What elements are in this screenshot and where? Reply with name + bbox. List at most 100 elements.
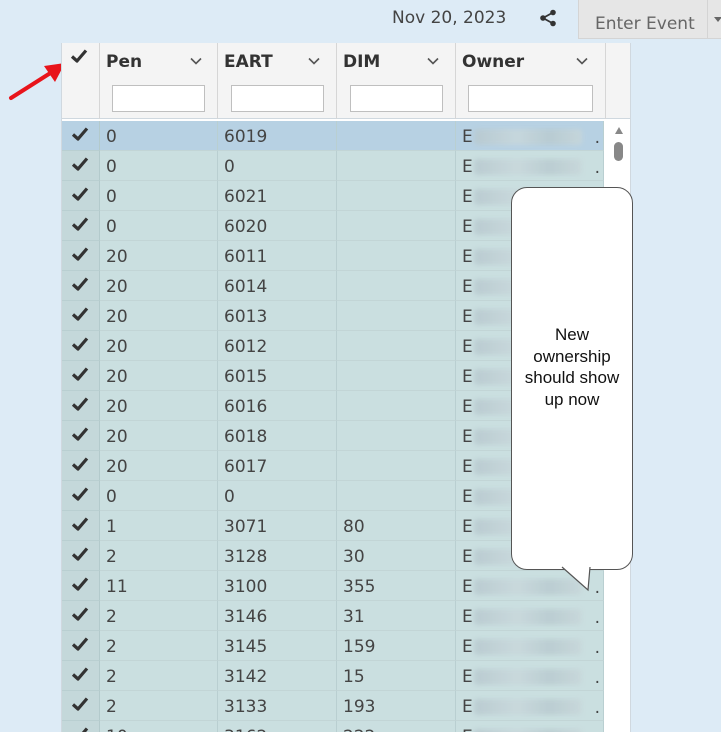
cell-pen: 10	[100, 721, 218, 732]
row-check-cell[interactable]	[62, 571, 100, 601]
row-check-cell[interactable]	[62, 661, 100, 691]
table-row[interactable]: 2 3146 31 E.	[62, 601, 604, 631]
check-icon	[81, 727, 89, 732]
truncation-ellipsis: .	[595, 728, 600, 732]
row-check-cell[interactable]	[62, 301, 100, 331]
row-check-cell[interactable]	[62, 451, 100, 481]
redacted-owner-name	[474, 129, 582, 145]
row-check-cell[interactable]	[62, 181, 100, 211]
row-check-cell[interactable]	[62, 241, 100, 271]
row-check-cell[interactable]	[62, 541, 100, 571]
table-row[interactable]: 11 3100 355 E.	[62, 571, 604, 601]
filter-input-pen[interactable]	[112, 85, 205, 112]
enter-event-button[interactable]: Enter Event	[578, 0, 708, 39]
filter-input-dim[interactable]	[350, 85, 443, 112]
check-icon	[71, 367, 89, 381]
row-check-cell[interactable]	[62, 391, 100, 421]
column-menu-chevron-icon[interactable]	[426, 54, 440, 68]
enter-event-dropdown-toggle[interactable]	[708, 0, 721, 39]
cell-eart: 6015	[218, 361, 337, 391]
table-row[interactable]: 00 E.	[62, 151, 604, 181]
cell-eart: 6021	[218, 181, 337, 211]
row-check-cell[interactable]	[62, 271, 100, 301]
column-menu-chevron-icon[interactable]	[307, 54, 321, 68]
select-all-check-icon[interactable]	[70, 47, 88, 65]
cell-pen: 0	[100, 121, 218, 151]
table-row[interactable]: 2 3145 159 E.	[62, 631, 604, 661]
owner-initial: E	[462, 397, 473, 417]
redacted-owner-name	[474, 639, 582, 655]
cell-dim	[337, 271, 456, 301]
truncation-ellipsis: .	[594, 578, 600, 598]
owner-initial: E	[462, 307, 473, 327]
row-check-cell[interactable]	[62, 121, 100, 151]
owner-initial: E	[462, 547, 473, 567]
owner-initial: E	[462, 157, 473, 177]
cell-dim	[337, 481, 456, 511]
redacted-owner-name	[474, 159, 582, 175]
cell-eart: 3145	[218, 631, 337, 661]
cell-owner: E.	[456, 721, 604, 732]
row-check-cell[interactable]	[62, 511, 100, 541]
filter-input-eart[interactable]	[231, 85, 324, 112]
cell-owner: E.	[456, 601, 604, 631]
cell-eart: 6014	[218, 271, 337, 301]
column-header-eart[interactable]: EART	[218, 43, 337, 119]
cell-eart: 3133	[218, 691, 337, 721]
cell-dim: 31	[337, 601, 456, 631]
row-check-cell[interactable]	[62, 361, 100, 391]
column-header-dim[interactable]: DIM	[337, 43, 456, 119]
check-icon	[71, 247, 89, 261]
share-icon[interactable]	[539, 9, 557, 27]
row-check-cell[interactable]	[62, 631, 100, 661]
row-check-cell[interactable]	[62, 721, 100, 732]
column-title-dim: DIM	[343, 52, 381, 72]
cell-dim: 355	[337, 571, 456, 601]
cell-pen: 2	[100, 541, 218, 571]
owner-initial: E	[462, 607, 473, 627]
row-check-cell[interactable]	[62, 481, 100, 511]
column-menu-chevron-icon[interactable]	[189, 54, 203, 68]
row-check-cell[interactable]	[62, 211, 100, 241]
cell-pen: 2	[100, 691, 218, 721]
cell-dim	[337, 361, 456, 391]
truncation-ellipsis: .	[594, 128, 600, 148]
table-row[interactable]: 2 3142 15 E.	[62, 661, 604, 691]
row-check-cell[interactable]	[62, 421, 100, 451]
cell-owner: E.	[456, 151, 604, 181]
cell-eart: 3071	[218, 511, 337, 541]
check-icon	[71, 517, 89, 531]
cell-pen: 0	[100, 481, 218, 511]
row-check-cell[interactable]	[62, 691, 100, 721]
cell-eart: 3100	[218, 571, 337, 601]
row-check-cell[interactable]	[62, 331, 100, 361]
date-display: Nov 20, 2023	[392, 8, 507, 28]
owner-initial: E	[462, 277, 473, 297]
cell-owner: E.	[456, 121, 604, 151]
cell-dim: 222	[337, 721, 456, 732]
check-icon	[71, 697, 89, 711]
row-check-cell[interactable]	[62, 601, 100, 631]
filter-input-owner[interactable]	[468, 85, 593, 112]
check-icon	[71, 187, 89, 201]
cell-eart: 6020	[218, 211, 337, 241]
truncation-ellipsis: .	[594, 608, 600, 628]
column-menu-chevron-icon[interactable]	[575, 54, 589, 68]
cell-pen: 20	[100, 241, 218, 271]
cell-dim	[337, 151, 456, 181]
cell-pen: 2	[100, 661, 218, 691]
table-row[interactable]: 103162222E.	[62, 721, 604, 732]
column-header-owner[interactable]: Owner	[456, 43, 606, 119]
cell-dim	[337, 121, 456, 151]
table-row[interactable]: 0 6019 E.	[62, 121, 604, 151]
scroll-up-arrow-icon[interactable]	[615, 127, 623, 134]
cell-pen: 2	[100, 601, 218, 631]
table-row[interactable]: 2 3133 193 E.	[62, 691, 604, 721]
owner-initial: E	[462, 637, 473, 657]
scroll-thumb[interactable]	[614, 142, 623, 161]
check-icon	[71, 127, 89, 141]
owner-initial: E	[462, 427, 473, 447]
column-header-pen[interactable]: Pen	[100, 43, 218, 119]
row-check-cell[interactable]	[62, 151, 100, 181]
check-icon	[71, 427, 89, 441]
